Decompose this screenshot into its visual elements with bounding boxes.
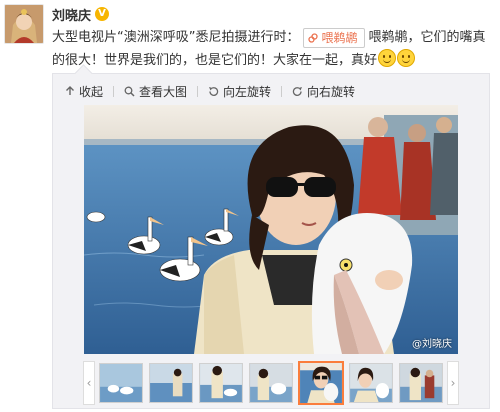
thumbnail-5-active[interactable] (298, 361, 344, 405)
photo-viewer: 收起 查看大图 向左旋转 向右旋转 @刘晓庆 ‹ › (52, 64, 490, 409)
link-icon (308, 32, 319, 43)
post-text: 大型电视片“澳洲深呼吸”悉尼拍摄进行时： 喂鹈鹕 喂鹈鹕，它们的嘴真的很大！世界是我… (52, 27, 492, 72)
verified-badge-icon: V (95, 7, 110, 21)
post-text-before-tag: 大型电视片“澳洲深呼吸”悉尼拍摄进行时： (52, 30, 300, 45)
rotate-left-icon (209, 86, 219, 96)
thumbnail-6[interactable] (349, 363, 393, 403)
thumbnail-2[interactable] (149, 363, 193, 403)
magnifier-icon (124, 86, 135, 97)
toolbar-divider (281, 85, 283, 97)
thumbnail-strip: ‹ › (83, 361, 459, 407)
photo-toolbar: 收起 查看大图 向左旋转 向右旋转 (65, 80, 355, 102)
topic-tag-label: 喂鹈鹕 (321, 30, 358, 45)
thumbnail-4[interactable] (249, 363, 293, 403)
rotate-left-label: 向左旋转 (223, 84, 272, 99)
view-large-label: 查看大图 (139, 84, 188, 99)
toolbar-divider (113, 85, 115, 97)
rotate-left-button[interactable]: 向左旋转 (208, 83, 271, 100)
rotate-right-button[interactable]: 向右旋转 (292, 83, 355, 100)
rotate-right-icon (292, 86, 303, 96)
smile-emoji-icon (378, 49, 397, 67)
chevron-left-icon[interactable]: ‹ (83, 361, 95, 405)
chevron-right-icon[interactable]: › (447, 361, 459, 405)
photo-watermark: @刘晓庆 (412, 339, 452, 350)
view-large-button[interactable]: 查看大图 (124, 83, 187, 100)
collapse-button[interactable]: 收起 (65, 83, 103, 100)
topic-tag-link[interactable]: 喂鹈鹕 (303, 27, 365, 48)
toolbar-divider (197, 85, 199, 97)
user-name[interactable]: 刘晓庆 (52, 5, 91, 24)
rotate-right-label: 向右旋转 (307, 84, 356, 99)
smile-emoji-icon (397, 49, 416, 67)
thumbnail-3[interactable] (199, 363, 243, 403)
thumbnail-1[interactable] (99, 363, 143, 403)
collapse-label: 收起 (79, 84, 104, 99)
avatar[interactable] (4, 4, 44, 44)
collapse-up-icon (66, 86, 74, 95)
thumbnail-7[interactable] (399, 363, 443, 403)
main-photo[interactable]: @刘晓庆 (84, 105, 458, 354)
